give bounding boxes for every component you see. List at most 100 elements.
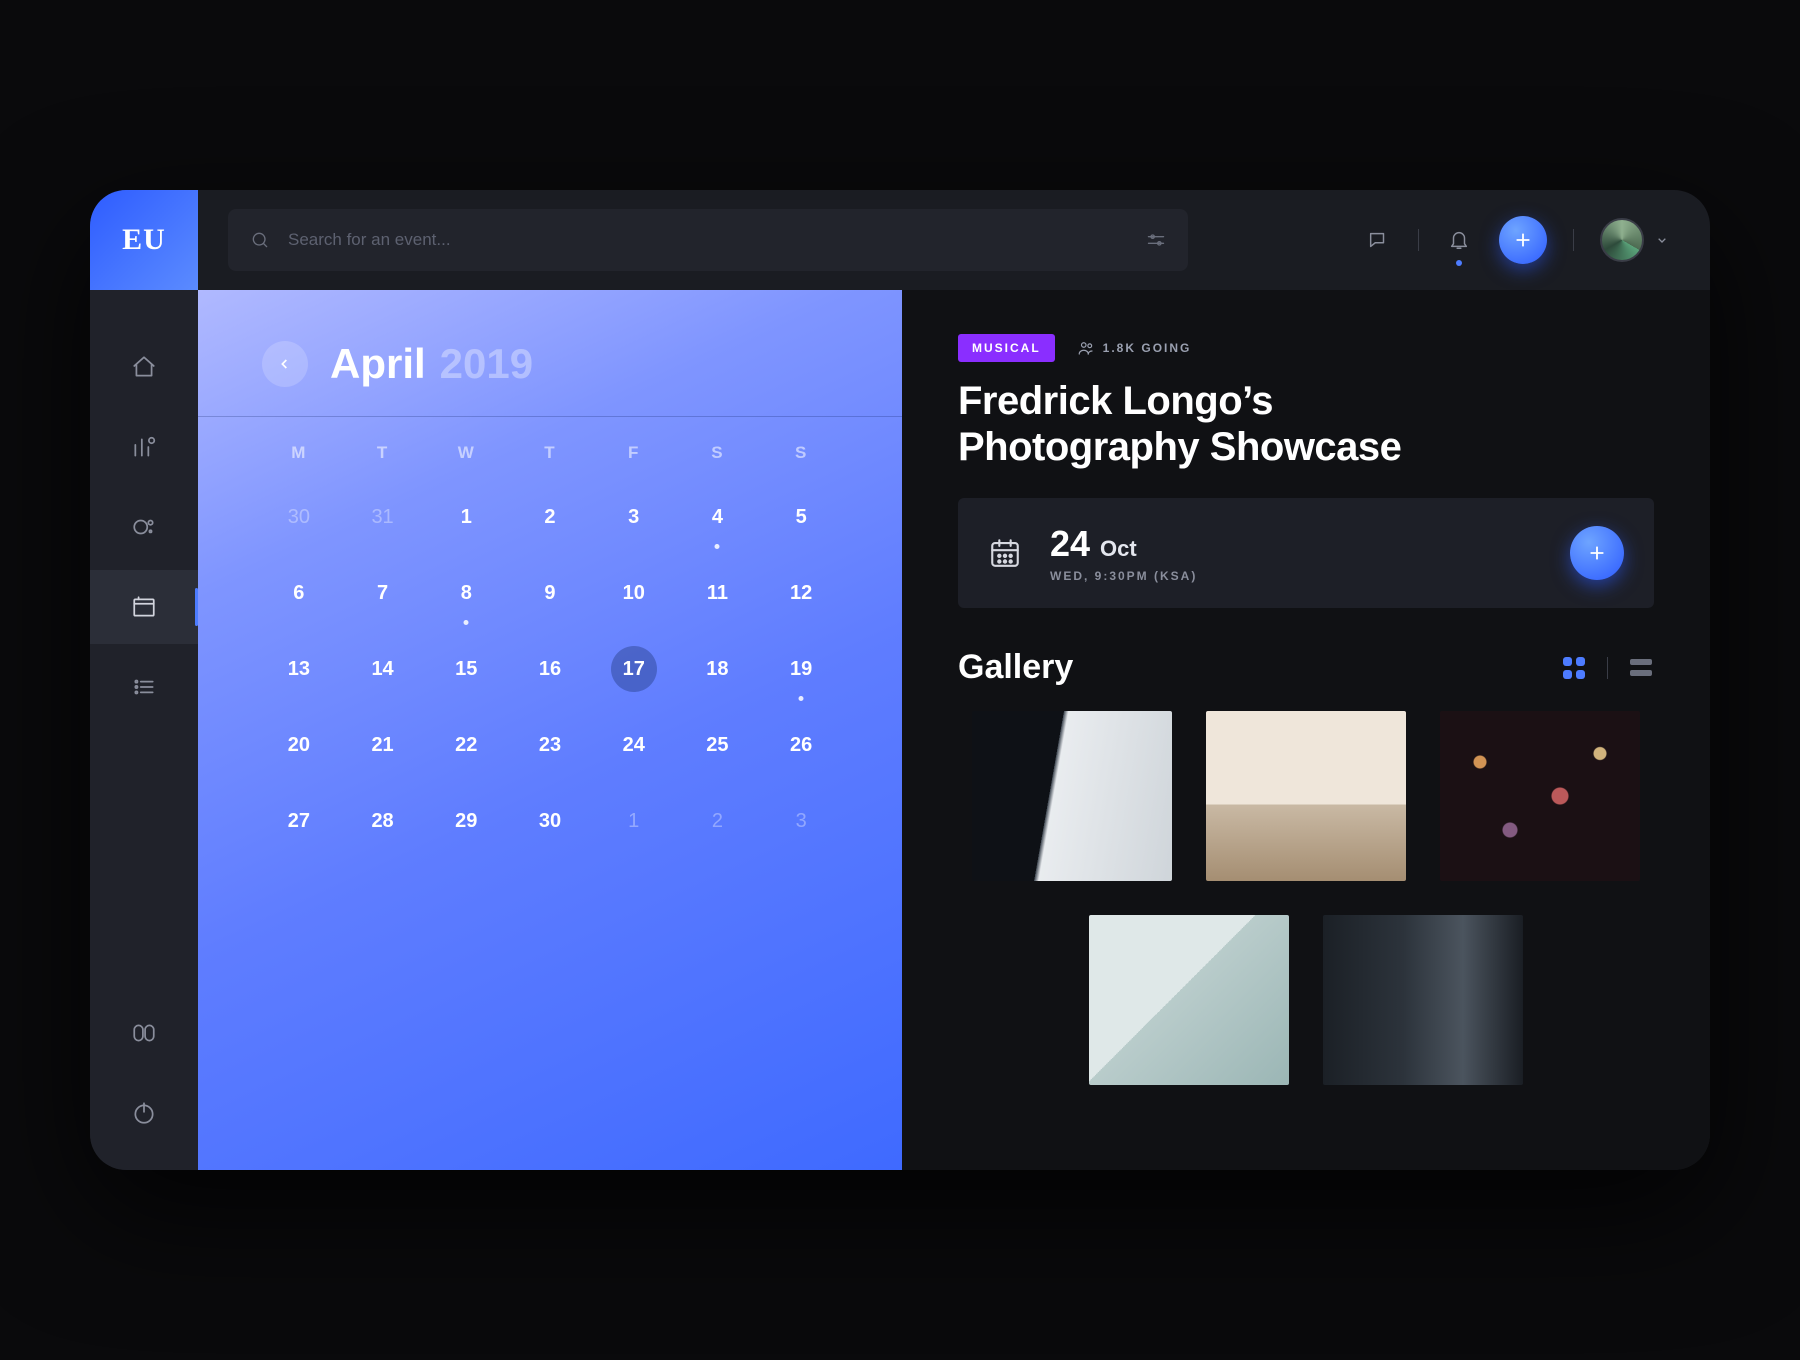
messages-button[interactable] (1364, 226, 1392, 254)
gallery-thumb[interactable] (1089, 915, 1289, 1085)
top-actions (1364, 216, 1670, 264)
calendar-day[interactable]: 8 (429, 571, 503, 615)
sidebar-item-home[interactable] (90, 330, 198, 404)
gallery-thumb[interactable] (1206, 711, 1406, 881)
profile-menu[interactable] (1600, 218, 1670, 262)
calendar-day[interactable]: 1 (429, 495, 503, 539)
calendar-day[interactable]: 18 (681, 647, 755, 691)
calendar-day[interactable]: 29 (429, 799, 503, 843)
home-icon (131, 354, 157, 380)
calendar-day[interactable]: 4 (681, 495, 755, 539)
calendar-day[interactable]: 28 (346, 799, 420, 843)
plus-icon (1512, 229, 1534, 251)
calendar-dow: T (513, 443, 587, 463)
gallery-header: Gallery (958, 648, 1654, 687)
calendar-prev-button[interactable] (262, 341, 308, 387)
notification-dot (1456, 260, 1462, 266)
calendar-dow: F (597, 443, 671, 463)
people-icon (1077, 339, 1095, 357)
calendar-day[interactable]: 14 (346, 647, 420, 691)
calendar-event-dot (799, 696, 804, 701)
sidebar-item-power[interactable] (90, 1076, 198, 1150)
calendar-day[interactable]: 10 (597, 571, 671, 615)
calendar-event-dot (464, 620, 469, 625)
analytics-icon (131, 434, 157, 460)
sidebar-item-discover[interactable] (90, 490, 198, 564)
gallery-thumb[interactable] (1440, 711, 1640, 881)
calendar-day[interactable]: 26 (764, 723, 838, 767)
calendar-day[interactable]: 30 (513, 799, 587, 843)
sidebar-item-list[interactable] (90, 650, 198, 724)
calendar-day[interactable]: 5 (764, 495, 838, 539)
list-icon (1630, 659, 1652, 676)
calendar-dow: M (262, 443, 336, 463)
view-grid-button[interactable] (1561, 655, 1587, 681)
calendar-day[interactable]: 17 (597, 647, 671, 691)
calendar-day[interactable]: 3 (597, 495, 671, 539)
calendar-day[interactable]: 15 (429, 647, 503, 691)
calendar-day[interactable]: 23 (513, 723, 587, 767)
separator (1418, 229, 1419, 251)
calendar-panel: April 2019 MTWTFSS3031123456789101112131… (198, 290, 902, 1170)
separator (1573, 229, 1574, 251)
event-title-line1: Fredrick Longo’s (958, 379, 1273, 423)
event-tag[interactable]: MUSICAL (958, 334, 1055, 362)
event-title-line2: Photography Showcase (958, 425, 1401, 469)
calendar-day[interactable]: 1 (597, 799, 671, 843)
separator (1607, 657, 1608, 679)
app-window: EU (90, 190, 1710, 1170)
calendar-year: 2019 (440, 340, 533, 388)
calendar-dow: S (764, 443, 838, 463)
event-month: Oct (1100, 536, 1137, 562)
calendar-header: April 2019 (262, 340, 838, 388)
sidebar: EU (90, 190, 198, 1170)
add-button[interactable] (1499, 216, 1547, 264)
calendar-day[interactable]: 25 (681, 723, 755, 767)
calendar-day[interactable]: 2 (513, 495, 587, 539)
sidebar-item-calendar[interactable] (90, 570, 198, 644)
calendar-day[interactable]: 9 (513, 571, 587, 615)
calendar-day[interactable]: 31 (346, 495, 420, 539)
event-date-card: 24 Oct WED, 9:30PM (KSA) (958, 498, 1654, 608)
calendar-day[interactable]: 13 (262, 647, 336, 691)
sidebar-nav (90, 330, 198, 724)
notifications-button[interactable] (1445, 226, 1473, 254)
calendar-dow: S (681, 443, 755, 463)
brand-logo-text: EU (122, 223, 166, 257)
calendar-dow: T (346, 443, 420, 463)
calendar-day[interactable]: 16 (513, 647, 587, 691)
calendar-day[interactable]: 3 (764, 799, 838, 843)
calendar-day[interactable]: 20 (262, 723, 336, 767)
calendar-day[interactable]: 21 (346, 723, 420, 767)
calendar-event-dot (715, 544, 720, 549)
calendar-day[interactable]: 12 (764, 571, 838, 615)
calendar-day[interactable]: 30 (262, 495, 336, 539)
search-input[interactable] (288, 230, 1128, 250)
gallery-grid-row2 (958, 915, 1654, 1085)
calendar-day[interactable]: 19 (764, 647, 838, 691)
event-going-text: 1.8K GOING (1103, 341, 1192, 355)
calendar-day[interactable]: 11 (681, 571, 755, 615)
add-to-calendar-button[interactable] (1570, 526, 1624, 580)
sidebar-item-analytics[interactable] (90, 410, 198, 484)
calendar-month: April (330, 340, 426, 388)
calendar-day[interactable]: 22 (429, 723, 503, 767)
calendar-title: April 2019 (330, 340, 533, 388)
gallery-thumb[interactable] (972, 711, 1172, 881)
calendar-day[interactable]: 24 (597, 723, 671, 767)
calendar-dow: W (429, 443, 503, 463)
calendar-day[interactable]: 2 (681, 799, 755, 843)
calendar-day[interactable]: 7 (346, 571, 420, 615)
calendar-day[interactable]: 27 (262, 799, 336, 843)
search-box[interactable] (228, 209, 1188, 271)
calendar-day[interactable]: 6 (262, 571, 336, 615)
bell-icon (1448, 229, 1470, 251)
list-icon (131, 674, 157, 700)
sidebar-item-apps[interactable] (90, 996, 198, 1070)
view-list-button[interactable] (1628, 655, 1654, 681)
sliders-icon[interactable] (1146, 230, 1166, 250)
brand-logo[interactable]: EU (90, 190, 198, 290)
gallery-thumb[interactable] (1323, 915, 1523, 1085)
event-meta-row: MUSICAL 1.8K GOING (958, 334, 1654, 362)
window-icon (131, 594, 157, 620)
